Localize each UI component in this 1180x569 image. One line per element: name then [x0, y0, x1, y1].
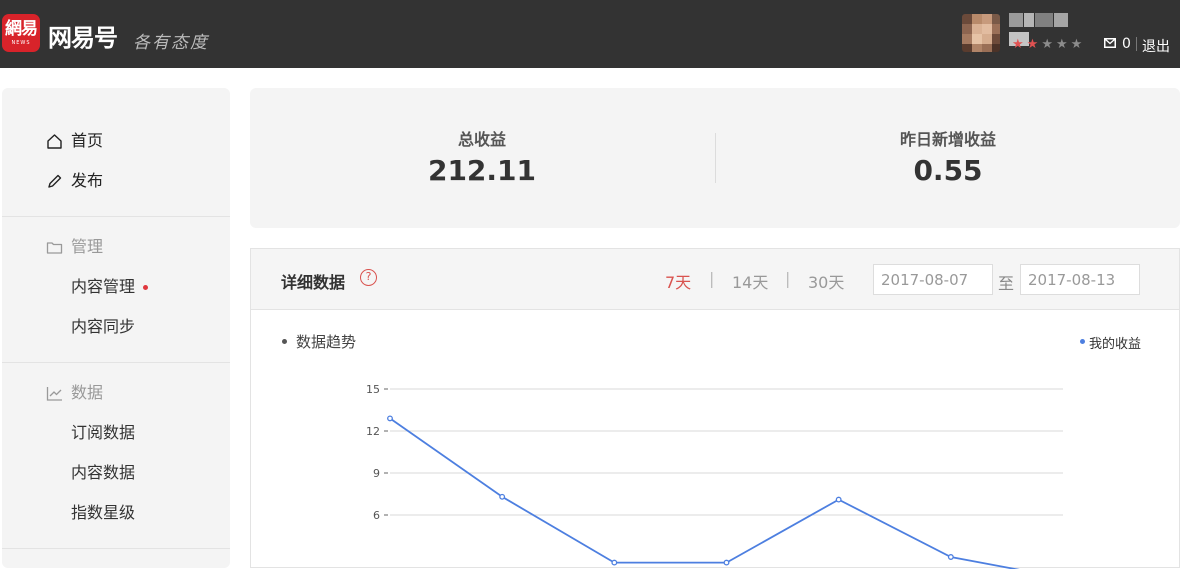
- sidebar-item-label: 首页: [71, 131, 104, 150]
- sidebar-item-index-stars[interactable]: 指数星级: [2, 499, 230, 527]
- sidebar-item-label: 内容同步: [71, 317, 136, 336]
- data-point: [387, 415, 393, 422]
- folder-icon: [46, 242, 63, 254]
- sidebar-group-label: 管理: [71, 237, 104, 256]
- total-earnings-label: 总收益: [457, 130, 506, 149]
- sidebar-divider: [2, 362, 230, 363]
- sidebar-item-home[interactable]: 首页: [2, 127, 230, 155]
- logout-link[interactable]: 退出: [1142, 36, 1170, 56]
- earnings-line-chart: 6 9 12 15: [366, 383, 1063, 569]
- star-icon: ★: [1041, 37, 1056, 52]
- y-tick-label: 15: [366, 383, 380, 396]
- data-point: [499, 493, 506, 500]
- mail-icon[interactable]: [1104, 38, 1116, 48]
- sidebar-item-label: 内容数据: [71, 463, 136, 482]
- sidebar-group-label: 数据: [71, 383, 104, 402]
- sidebar: 首页 发布 管理 内容管理 内容同步 数据 订阅数据 内容数据 指数星级: [2, 88, 230, 568]
- data-point: [611, 559, 618, 566]
- y-tick-label: 9: [373, 467, 380, 480]
- summary-divider: [715, 133, 716, 183]
- star-icon: ★: [1070, 37, 1086, 52]
- header-divider: [1136, 37, 1137, 51]
- y-tick-label: 12: [366, 425, 380, 438]
- logo-subtext: NEWS: [11, 40, 31, 46]
- avatar[interactable]: [962, 14, 1000, 52]
- sidebar-item-label: 指数星级: [71, 503, 136, 522]
- sidebar-divider: [2, 216, 230, 217]
- home-icon: [47, 134, 62, 149]
- sidebar-item-publish[interactable]: 发布: [2, 167, 230, 195]
- y-tick-label: 6: [373, 509, 380, 522]
- yesterday-earnings-value: 0.55: [913, 154, 983, 187]
- sidebar-item-content-data[interactable]: 内容数据: [2, 459, 230, 487]
- star-icon: ★: [1012, 37, 1027, 52]
- sidebar-group-data[interactable]: 数据: [2, 379, 230, 407]
- yesterday-earnings-label: 昨日新增收益: [899, 130, 996, 149]
- sidebar-item-label: 发布: [71, 171, 104, 190]
- username-blurred: [1009, 13, 1089, 46]
- earnings-summary: 总收益 212.11 昨日新增收益 0.55: [250, 88, 1180, 228]
- sidebar-item-content-sync[interactable]: 内容同步: [2, 313, 230, 341]
- logo-text: 網易: [5, 19, 38, 39]
- notification-dot: [143, 285, 148, 290]
- brand-name[interactable]: 网易号: [48, 18, 118, 53]
- netease-logo[interactable]: 網易 NEWS: [2, 14, 40, 52]
- series-line: [389, 417, 1020, 569]
- star-rating: ★★★★★: [1012, 37, 1085, 52]
- sidebar-group-manage[interactable]: 管理: [2, 233, 230, 261]
- sidebar-item-subscribe-data[interactable]: 订阅数据: [2, 419, 230, 447]
- data-point: [947, 554, 954, 560]
- chart-icon: [46, 387, 62, 401]
- pencil-icon: [48, 174, 62, 188]
- mail-count[interactable]: 0: [1122, 36, 1131, 52]
- detail-panel: 详细数据 ? 7天 | 14天 | 30天 至 数据趋势 我的收益 691215: [250, 248, 1180, 569]
- data-point: [723, 559, 730, 566]
- top-bar: 網易 NEWS 网易号 各有态度 ★★★★★ 0 退出: [0, 0, 1180, 68]
- star-icon: ★: [1026, 37, 1042, 52]
- sidebar-item-label: 内容管理: [71, 277, 136, 296]
- brand-slogan: 各有态度: [133, 33, 209, 53]
- sidebar-item-label: 订阅数据: [71, 423, 136, 442]
- data-point: [835, 496, 842, 503]
- total-earnings-value: 212.11: [427, 154, 537, 187]
- sidebar-divider: [2, 548, 230, 549]
- sidebar-item-content-manage[interactable]: 内容管理: [2, 273, 230, 301]
- star-icon: ★: [1055, 37, 1071, 52]
